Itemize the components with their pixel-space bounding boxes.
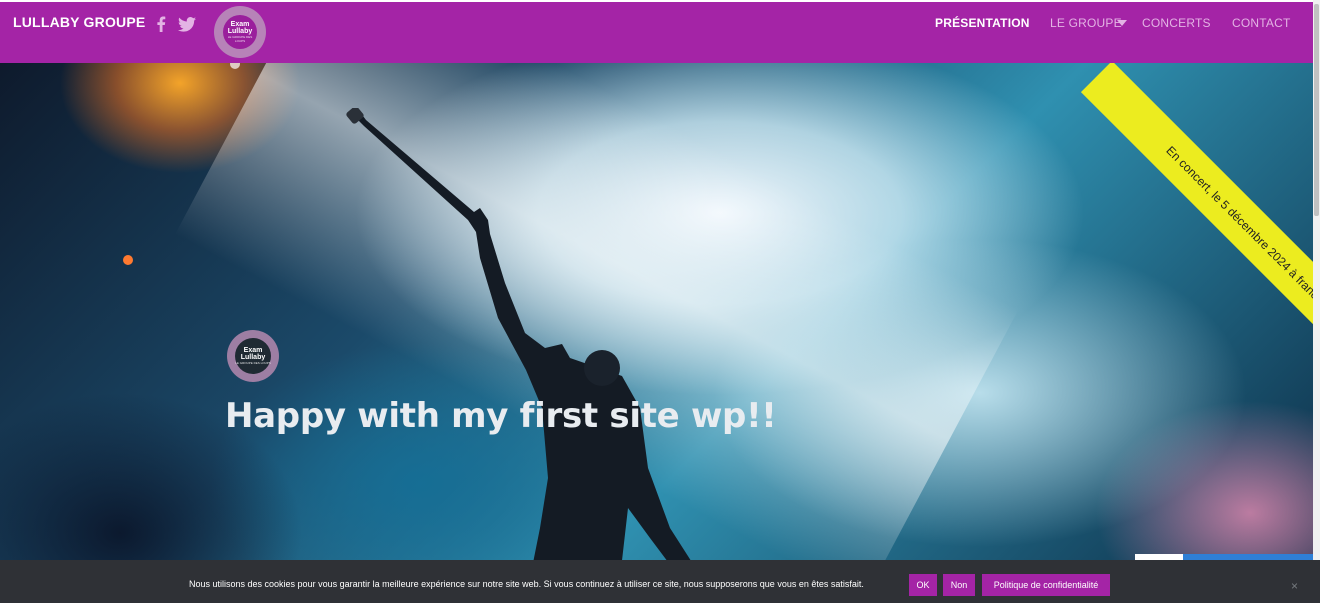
cookie-ok-button[interactable]: OK: [909, 574, 937, 596]
site-brand[interactable]: LULLABY GROUPE: [13, 14, 145, 30]
site-logo[interactable]: Exam Lullaby LE GROUPE DES LOUPS: [214, 6, 266, 58]
nav-item-le-groupe[interactable]: LE GROUPE: [1050, 16, 1122, 36]
hero-logo-line-2: Lullaby: [240, 354, 266, 361]
logo-emblem: Exam Lullaby LE GROUPE DES LOUPS: [223, 15, 257, 49]
facebook-icon[interactable]: [153, 15, 169, 33]
logo-line-1: Exam: [230, 21, 250, 28]
site-header: LULLABY GROUPE Exam Lullaby LE GROUPE DE…: [0, 2, 1313, 63]
hero-logo: Exam Lullaby LE GROUPE DES LOUPS: [227, 330, 279, 382]
hero-title: Happy with my first site wp!!: [225, 396, 777, 436]
nav-item-contact[interactable]: CONTACT: [1232, 16, 1291, 36]
logo-line-2: Lullaby: [227, 28, 253, 35]
scrollbar-thumb[interactable]: [1314, 4, 1319, 216]
hero-logo-line-1: Exam: [243, 347, 263, 354]
privacy-policy-button[interactable]: Politique de confidentialité: [982, 574, 1110, 596]
concert-ribbon: En concert, le 5 décembre 2024 à france: [1080, 63, 1313, 390]
hero-banner: En concert, le 5 décembre 2024 à france …: [0, 63, 1313, 560]
close-icon[interactable]: ×: [1291, 579, 1298, 593]
logo-line-3: LE GROUPE DES LOUPS: [227, 35, 253, 43]
nav-item-presentation[interactable]: PRÉSENTATION: [935, 16, 1030, 36]
hero-logo-emblem: Exam Lullaby LE GROUPE DES LOUPS: [235, 338, 271, 374]
cookie-no-button[interactable]: Non: [943, 574, 975, 596]
twitter-icon[interactable]: [177, 15, 197, 33]
nav-item-concerts[interactable]: CONCERTS: [1142, 16, 1211, 36]
caret-down-icon[interactable]: [1117, 20, 1127, 26]
performer-silhouette: [346, 108, 691, 560]
cookie-banner: Nous utilisons des cookies pour vous gar…: [0, 560, 1320, 603]
bokeh-light: [123, 255, 133, 265]
bokeh-light: [230, 63, 240, 69]
hero-logo-line-3: LE GROUPE DES LOUPS: [235, 361, 271, 365]
cookie-message: Nous utilisons des cookies pour vous gar…: [189, 579, 864, 589]
